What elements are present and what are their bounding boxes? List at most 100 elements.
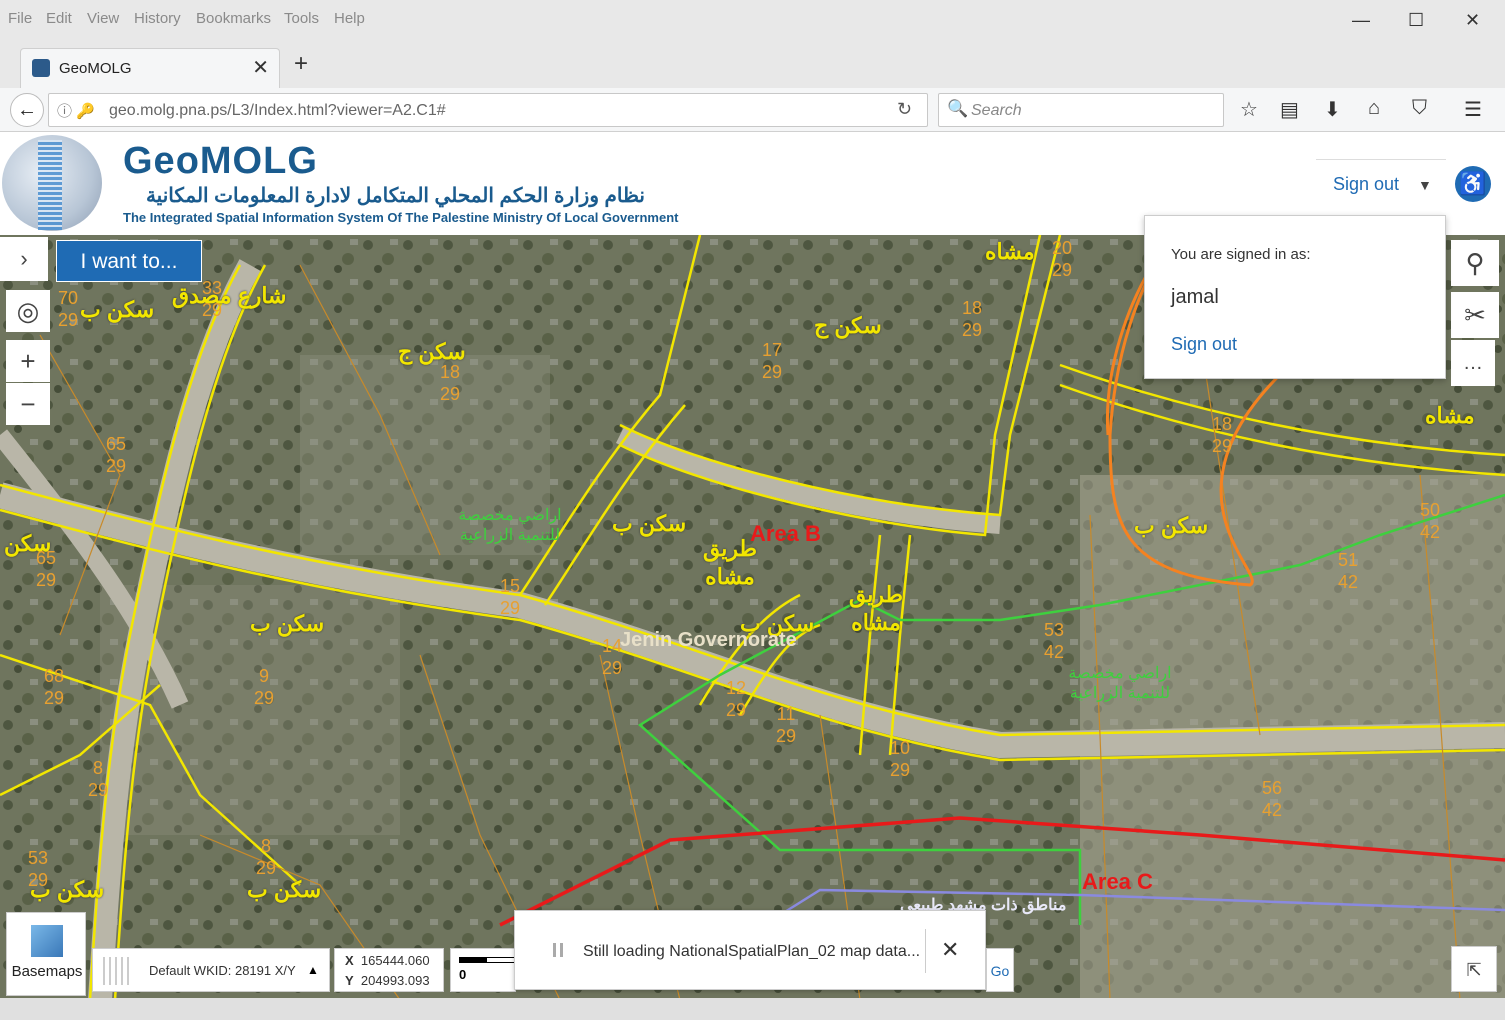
zoom-out-button[interactable]: − <box>6 383 50 425</box>
x-value: 165444.060 <box>360 953 430 968</box>
parcel-label: 8 29 <box>88 758 109 800</box>
app-subtitle-arabic: نظام وزارة الحكم المحلي المتكامل لادارة … <box>145 185 645 207</box>
locate-icon[interactable]: ◎ <box>6 290 50 332</box>
palestine-map-logo-icon <box>38 140 62 230</box>
minimize-icon[interactable]: — <box>1352 10 1370 31</box>
basemaps-label: Basemaps <box>11 963 83 980</box>
pause-icon[interactable] <box>553 943 563 957</box>
expand-panel-button[interactable]: › <box>0 237 48 281</box>
signout-link[interactable]: Sign out <box>1171 334 1237 355</box>
parcel-label: 10 29 <box>890 738 911 780</box>
map-label-zone: سكن ب <box>1134 513 1209 538</box>
menu-tools[interactable]: Tools <box>284 10 319 27</box>
y-label: Y <box>345 973 354 988</box>
map-label-zone: سكن ب <box>612 511 687 536</box>
parcel-label: 65 29 <box>106 434 127 476</box>
url-bar[interactable]: ⓘ 🔑 geo.molg.pna.ps/L3/Index.html?viewer… <box>48 93 928 127</box>
toast-message: Still loading NationalSpatialPlan_02 map… <box>583 943 921 960</box>
menu-edit[interactable]: Edit <box>46 10 72 27</box>
map-label-walkway: مشاه <box>1425 403 1475 428</box>
screen: File Edit View History Bookmarks Tools H… <box>0 0 1505 1020</box>
chevron-up-icon[interactable]: ▲ <box>307 963 319 977</box>
bookmark-star-icon[interactable]: ☆ <box>1240 97 1258 122</box>
browser-tab[interactable]: GeoMOLG ✕ <box>20 48 280 88</box>
menu-view[interactable]: View <box>87 10 119 27</box>
browser-tabbar: GeoMOLG ✕ <box>0 40 1505 88</box>
grid-icon <box>103 957 133 985</box>
close-icon[interactable]: ✕ <box>941 937 959 963</box>
maximize-icon[interactable]: ☐ <box>1408 10 1424 31</box>
basemaps-button[interactable]: Basemaps <box>6 912 86 996</box>
download-icon[interactable]: ⬇ <box>1324 97 1341 122</box>
app-title: GeoMOLG <box>123 140 318 182</box>
reading-list-icon[interactable]: ▤ <box>1280 97 1299 122</box>
parcel-label: 33 29 <box>202 278 223 320</box>
x-label: X <box>345 953 354 968</box>
back-arrow-icon[interactable]: ← <box>10 93 44 127</box>
parcel-label: 14 29 <box>602 636 623 678</box>
tools-icon[interactable]: ✂ <box>1451 292 1499 338</box>
parcel-label: 20 29 <box>1052 238 1073 280</box>
accessibility-icon[interactable]: ♿ <box>1455 166 1491 202</box>
map-label-zone: سكن ب <box>250 611 325 636</box>
search-placeholder: Search <box>971 102 1022 119</box>
parcel-label: 51 42 <box>1338 550 1359 592</box>
map-label-agriculture: اراضي مخصصة للتنمية الزراعية <box>458 507 562 544</box>
home-icon[interactable]: ⌂ <box>1368 97 1380 120</box>
menu-history[interactable]: History <box>134 10 181 27</box>
map-label-agriculture: اراضي مخصصة للتنمية الزراعية <box>1068 665 1172 702</box>
signout-menu-button[interactable]: Sign out <box>1333 174 1399 195</box>
parcel-label: 70 29 <box>58 288 79 330</box>
window-bottom-edge <box>0 998 1505 1020</box>
pocket-icon[interactable]: ⛉ <box>1412 97 1427 120</box>
coordinate-system-selector[interactable]: Default WKID: 28191 X/Y ▲ <box>92 948 330 992</box>
parcel-label: 18 29 <box>962 298 983 340</box>
search-icon: 🔍 <box>947 99 969 118</box>
search-tool-icon[interactable]: ⚲ <box>1451 240 1499 286</box>
i-want-to-button[interactable]: I want to... <box>56 240 202 282</box>
url-text: geo.molg.pna.ps/L3/Index.html?viewer=A2.… <box>109 102 446 119</box>
parcel-label: 53 42 <box>1044 620 1065 662</box>
parcel-label: 17 29 <box>762 340 783 382</box>
scale-bar: 0 <box>450 948 516 992</box>
map-label-zone: سكن ب <box>80 297 155 322</box>
menu-file[interactable]: File <box>8 10 32 27</box>
new-tab-icon[interactable]: + <box>294 50 308 78</box>
parcel-label: 53 29 <box>28 848 49 890</box>
basemaps-icon <box>31 925 63 957</box>
more-tools-icon[interactable]: … <box>1451 340 1495 386</box>
map-label-zone: سكن ب <box>247 877 322 902</box>
parcel-label: 9 29 <box>254 666 275 708</box>
menu-help[interactable]: Help <box>334 10 365 27</box>
map-label-street: شارع مصدق <box>172 283 287 308</box>
reload-icon[interactable]: ↻ <box>897 99 912 120</box>
menu-bookmarks[interactable]: Bookmarks <box>196 10 271 27</box>
signed-in-label: You are signed in as: <box>1171 246 1311 263</box>
y-value: 204993.093 <box>360 973 430 988</box>
window-close-icon[interactable]: ✕ <box>1465 10 1480 31</box>
parcel-label: 18 29 <box>1212 414 1233 456</box>
wkid-label: Default WKID: 28191 X/Y <box>149 963 296 978</box>
go-button[interactable]: Go <box>986 948 1014 992</box>
collapse-arrow-icon[interactable]: ⇱ <box>1451 946 1497 992</box>
map-label-area-c: Area C <box>1082 869 1153 894</box>
parcel-label: 11 29 <box>776 704 797 746</box>
coordinate-readout: X 165444.060 Y 204993.093 <box>334 948 444 992</box>
chevron-down-icon[interactable]: ▼ <box>1418 177 1432 193</box>
scale-bar-graphic <box>459 957 515 963</box>
divider <box>1316 159 1446 160</box>
map-label-governorate: Jenin Governorate <box>620 629 797 651</box>
hamburger-menu-icon[interactable]: ☰ <box>1464 97 1482 122</box>
tab-close-icon[interactable]: ✕ <box>252 55 269 80</box>
parcel-label: 15 29 <box>500 576 521 618</box>
scale-zero: 0 <box>459 967 467 982</box>
site-info-icon[interactable]: ⓘ 🔑 <box>57 100 95 121</box>
divider <box>925 929 926 973</box>
search-bar[interactable]: 🔍 Search <box>938 93 1224 127</box>
parcel-label: 12 29 <box>726 678 747 720</box>
parcel-label: 56 42 <box>1262 778 1283 820</box>
zoom-in-button[interactable]: + <box>6 340 50 382</box>
loading-toast: Still loading NationalSpatialPlan_02 map… <box>514 910 986 990</box>
browser-menubar: File Edit View History Bookmarks Tools H… <box>0 0 1505 40</box>
parcel-label: 8 29 <box>256 836 277 878</box>
